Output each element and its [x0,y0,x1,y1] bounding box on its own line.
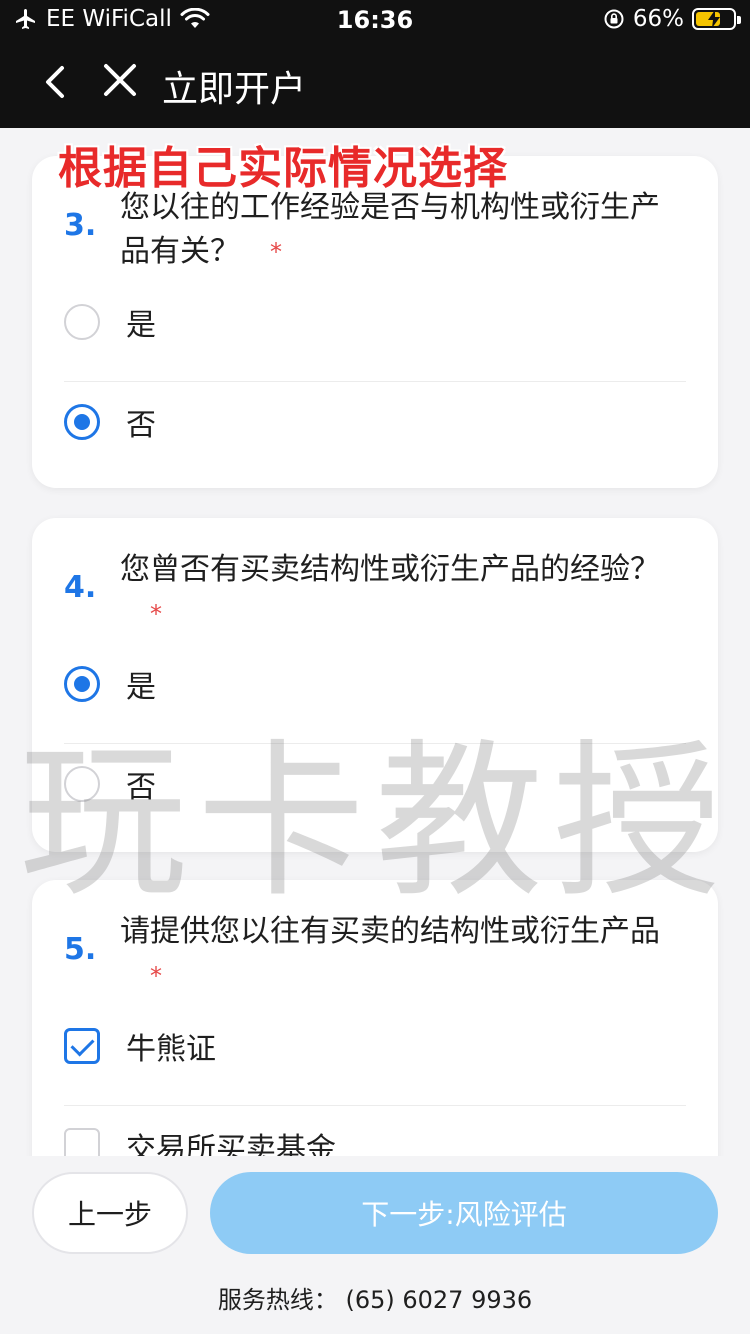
battery-icon [692,8,741,30]
option-no[interactable]: 否 [64,734,686,834]
option-label: 交易所买卖基金 [126,1132,336,1156]
checkbox-checked[interactable] [64,1028,100,1064]
orientation-lock-icon [604,9,624,29]
option-label: 是 [126,308,156,343]
battery-percent: 66% [632,6,684,32]
form-content[interactable]: 根据自己实际情况选择 3. 您以往的工作经验是否与机构性或衍生产品有关？ * 是 … [0,128,750,1156]
option-etf[interactable]: 交易所买卖基金 [64,1096,686,1156]
question-card-3: 3. 您以往的工作经验是否与机构性或衍生产品有关？ * 是 否 [32,156,718,488]
prev-step-button[interactable]: 上一步 [32,1172,188,1254]
option-label: 否 [126,408,156,443]
question-text: 您曾否有买卖结构性或衍生产品的经验？ * [120,548,678,636]
option-label: 是 [126,670,156,705]
screen: EE WiFiCall 16:36 66% 立即开户 根据自己实际情况选择 3.… [0,0,750,1334]
question-number: 5. [64,932,97,967]
option-no[interactable]: 否 [64,372,686,472]
status-bar: EE WiFiCall 16:36 66% [0,0,750,40]
question-label: 您以往的工作经验是否与机构性或衍生产品有关？ [120,190,660,269]
annotation-note: 根据自己实际情况选择 [58,143,508,194]
chevron-left-icon[interactable] [36,62,76,102]
question-text: 请提供您以往有买卖的结构性或衍生产品 * [120,910,678,998]
question-card-5: 5. 请提供您以往有买卖的结构性或衍生产品 * 牛熊证 交易所买卖基金 [32,880,718,1156]
top-bar: EE WiFiCall 16:36 66% 立即开户 [0,0,750,128]
required-marker: * [150,962,162,990]
required-marker: * [270,238,282,266]
charging-bolt-icon [708,10,720,28]
option-label: 否 [126,770,156,805]
option-yes[interactable]: 是 [64,634,686,734]
option-label: 牛熊证 [126,1032,216,1067]
question-number: 3. [64,208,97,243]
checkbox[interactable] [64,1128,100,1156]
option-yes[interactable]: 是 [64,272,686,372]
question-text: 您以往的工作经验是否与机构性或衍生产品有关？ * [120,186,678,274]
radio-button[interactable] [64,304,100,340]
required-marker: * [150,600,162,628]
nav-bar: 立即开户 [0,46,750,124]
radio-button-selected[interactable] [64,404,100,440]
bottom-bar: 上一步 下一步:风险评估 服务热线： (65) 6027 9936 [0,1156,750,1334]
next-step-button[interactable]: 下一步:风险评估 [210,1172,718,1254]
option-cbbc[interactable]: 牛熊证 [64,996,686,1096]
radio-button-selected[interactable] [64,666,100,702]
radio-button[interactable] [64,766,100,802]
question-label: 您曾否有买卖结构性或衍生产品的经验？ [120,552,660,587]
page-title: 立即开户 [162,69,307,110]
close-icon[interactable] [100,60,140,100]
battery-nub [737,16,741,24]
service-hotline: 服务热线： (65) 6027 9936 [217,1286,533,1314]
question-number: 4. [64,570,97,605]
question-label: 请提供您以往有买卖的结构性或衍生产品 [120,914,660,949]
question-card-4: 4. 您曾否有买卖结构性或衍生产品的经验？ * 是 否 [32,518,718,852]
status-right: 66% [603,6,741,32]
